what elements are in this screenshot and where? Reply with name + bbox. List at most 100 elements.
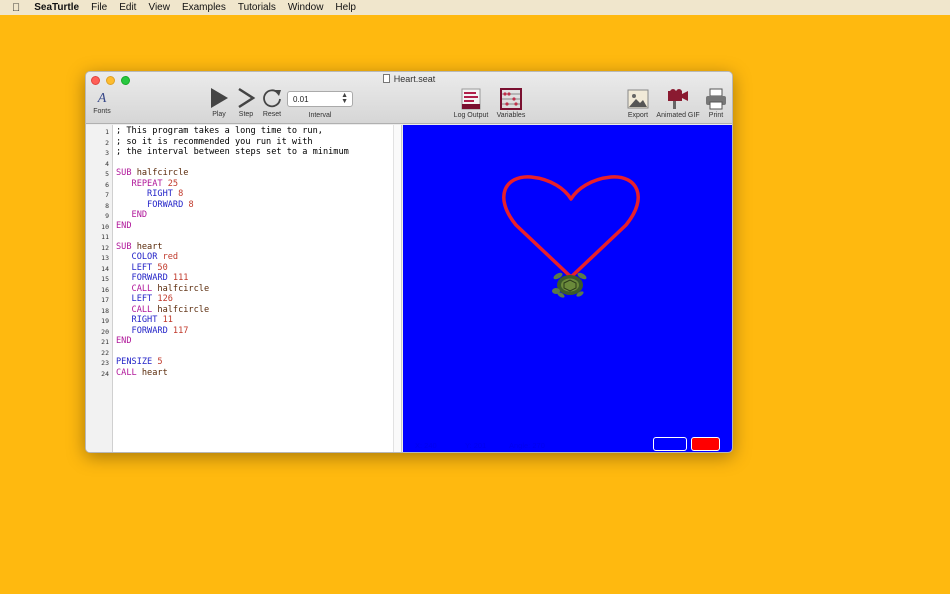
play-label: Play: [212, 111, 226, 118]
menu-window[interactable]: Window: [288, 2, 324, 13]
code-line[interactable]: ; the interval between steps set to a mi…: [116, 147, 349, 158]
code-line[interactable]: SUB halfcircle: [116, 168, 188, 179]
menu-examples[interactable]: Examples: [182, 2, 226, 13]
menu-edit[interactable]: Edit: [119, 2, 136, 13]
fonts-button[interactable]: A Fonts: [92, 92, 112, 116]
code-line[interactable]: RIGHT 11: [116, 315, 173, 326]
line-number: 16: [101, 285, 109, 294]
code-line[interactable]: REPEAT 25: [116, 179, 179, 190]
menu-tutorials[interactable]: Tutorials: [238, 2, 276, 13]
pen-color-swatch[interactable]: [691, 437, 720, 451]
log-output-label: Log Output: [453, 112, 489, 119]
code-line[interactable]: ; so it is recommended you run it with: [116, 137, 313, 148]
line-number: 18: [101, 306, 109, 315]
code-token: halfcircle: [131, 168, 189, 178]
reset-button[interactable]: Reset: [259, 87, 285, 118]
variables-button[interactable]: Variables: [494, 88, 528, 119]
reset-arrow-icon: [263, 89, 281, 108]
print-button[interactable]: Print: [704, 88, 728, 119]
code-line[interactable]: FORWARD 8: [116, 200, 194, 211]
code-token: 5: [152, 357, 163, 367]
code-line[interactable]: LEFT 50: [116, 263, 168, 274]
code-token: 8: [183, 199, 194, 210]
variables-label: Variables: [496, 112, 526, 119]
turtle-canvas[interactable]: X: 240 Y: 201 Angle: 270: [403, 125, 732, 452]
code-line[interactable]: ; This program takes a long time to run,: [116, 126, 323, 137]
interval-stepper[interactable]: 0.01 ▲ ▼: [287, 91, 353, 107]
code-line[interactable]: FORWARD 117: [116, 326, 189, 337]
code-token: 50: [152, 262, 168, 273]
line-number: 24: [101, 369, 109, 378]
code-line[interactable]: END: [116, 210, 148, 221]
code-token: RIGHT: [116, 189, 173, 199]
code-line[interactable]: PENSIZE 5: [116, 357, 163, 368]
play-button[interactable]: Play: [205, 87, 233, 118]
export-image-icon: [627, 89, 649, 109]
line-number: 9: [105, 212, 109, 220]
code-token: ; the interval between steps set to a mi…: [116, 147, 349, 157]
export-button[interactable]: Export: [624, 88, 652, 119]
apple-icon[interactable]: : [12, 2, 20, 14]
line-number: 11: [101, 233, 109, 241]
code-line[interactable]: SUB heart: [116, 242, 163, 253]
animated-gif-button[interactable]: Animated GIF: [652, 88, 704, 119]
line-number: 3: [105, 149, 109, 157]
code-token: 126: [152, 294, 173, 304]
code-token: 111: [167, 273, 189, 283]
film-camera-icon: [668, 89, 688, 109]
line-number-gutter: 1 2 3 4 5 6 7 8 9 10 11 12 13 14 15 16 17 18 19 20 21 22 23 24: [86, 125, 113, 452]
code-token: FORWARD: [116, 199, 184, 210]
code-token: LEFT: [116, 294, 153, 304]
code-line[interactable]: CALL halfcircle: [116, 284, 210, 295]
code-token: halfcircle: [152, 304, 210, 315]
code-line[interactable]: FORWARD 111: [116, 273, 189, 284]
log-output-icon: [461, 88, 481, 110]
code-token: heart: [136, 367, 168, 378]
code-line[interactable]: END: [116, 336, 132, 347]
heart-drawing: [502, 175, 640, 279]
code-token: FORWARD: [116, 273, 168, 283]
code-line[interactable]: COLOR red: [116, 252, 179, 263]
code-token: ; This program takes a long time to run,: [116, 126, 323, 136]
code-token: COLOR: [116, 252, 158, 262]
code-line[interactable]: CALL halfcircle: [116, 304, 210, 316]
code-token: END: [116, 336, 132, 346]
stepper-arrows-icon[interactable]: ▲ ▼: [341, 92, 348, 105]
step-button[interactable]: Step: [233, 87, 259, 118]
printer-icon: [706, 88, 726, 110]
code-line[interactable]: RIGHT 8: [116, 189, 183, 200]
y-coordinate-readout: Y: 201: [465, 441, 487, 450]
background-color-swatch[interactable]: [653, 437, 687, 451]
menubar:  SeaTurtle File Edit View Examples Tuto…: [0, 0, 950, 15]
menu-file[interactable]: File: [91, 2, 107, 13]
code-token: red: [157, 252, 179, 262]
menu-view[interactable]: View: [148, 2, 170, 13]
editor-scrollbar[interactable]: [393, 125, 401, 452]
code-token: ; so it is recommended you run it with: [116, 136, 313, 147]
interval-value: 0.01: [293, 95, 309, 104]
line-number: 20: [101, 327, 109, 336]
line-number: 12: [101, 243, 109, 252]
fonts-label: Fonts: [93, 108, 111, 115]
turtle-icon: [552, 272, 587, 298]
line-number: 2: [105, 138, 109, 147]
menu-help[interactable]: Help: [335, 2, 356, 13]
code-line[interactable]: CALL heart: [116, 368, 168, 379]
code-line[interactable]: LEFT 126: [116, 294, 173, 305]
line-number: 15: [101, 275, 109, 283]
code-token: CALL: [116, 304, 153, 315]
line-number: 19: [101, 317, 109, 325]
document-window: Heart.seat A Fonts Play Step Reset 0.01 …: [85, 71, 733, 453]
line-number: 6: [105, 180, 109, 189]
log-output-button[interactable]: Log Output: [448, 88, 494, 119]
line-number: 1: [105, 128, 109, 136]
menu-app-name[interactable]: SeaTurtle: [34, 2, 79, 13]
code-editor[interactable]: 1 2 3 4 5 6 7 8 9 10 11 12 13 14 15 16 17 18 19 20 21 22 23 24 …: [86, 125, 402, 452]
code-token: RIGHT: [116, 315, 158, 325]
step-label: Step: [238, 111, 254, 118]
code-token: LEFT: [116, 262, 153, 273]
line-number: 8: [105, 201, 109, 210]
code-token: heart: [131, 241, 163, 252]
export-label: Export: [627, 112, 649, 119]
code-line[interactable]: END: [116, 221, 132, 232]
